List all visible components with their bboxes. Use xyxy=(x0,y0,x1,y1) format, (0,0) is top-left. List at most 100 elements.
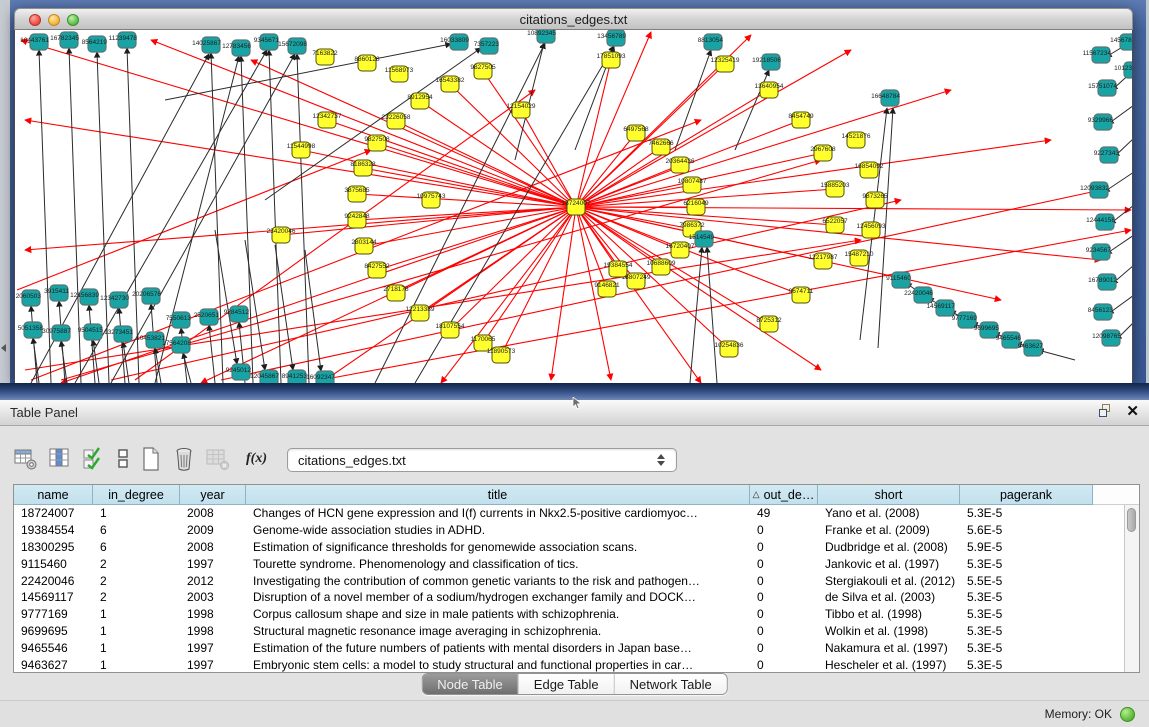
table-row[interactable]: 977716911998Corpus callosum shape and si… xyxy=(14,606,1139,623)
table-cell[interactable]: 1997 xyxy=(180,640,246,657)
table-cell[interactable]: 1997 xyxy=(180,556,246,573)
table-cell[interactable]: Yano et al. (2008) xyxy=(818,505,960,522)
merge-tables-button[interactable] xyxy=(116,446,130,472)
tab-node-table[interactable]: Node Table xyxy=(422,674,518,694)
table-cell[interactable]: 0 xyxy=(750,657,818,673)
table-cell[interactable]: Franke et al. (2009) xyxy=(818,522,960,539)
table-cell[interactable]: 1 xyxy=(93,505,180,522)
table-row[interactable]: 946554611997Estimation of the future num… xyxy=(14,640,1139,657)
table-cell[interactable]: 2003 xyxy=(180,589,246,606)
column-header-year[interactable]: year xyxy=(180,485,246,505)
table-row[interactable]: 1872400712008Changes of HCN gene express… xyxy=(14,505,1139,522)
table-cell[interactable]: 5.9E-5 xyxy=(960,539,1093,556)
table-cell[interactable]: Structural magnetic resonance image aver… xyxy=(246,623,750,640)
table-cell[interactable]: 5.3E-5 xyxy=(960,556,1093,573)
table-cell[interactable]: 0 xyxy=(750,522,818,539)
table-cell[interactable]: 22420046 xyxy=(14,573,93,590)
table-cell[interactable]: 2008 xyxy=(180,539,246,556)
column-header-title[interactable]: title xyxy=(246,485,750,505)
table-cell[interactable]: 9463627 xyxy=(14,657,93,673)
panel-collapse-arrow-icon[interactable] xyxy=(1,344,6,352)
table-cell[interactable]: 6 xyxy=(93,522,180,539)
select-rows-button[interactable] xyxy=(82,446,106,472)
table-cell[interactable]: 2012 xyxy=(180,573,246,590)
table-row[interactable]: 969969511998Structural magnetic resonanc… xyxy=(14,623,1139,640)
table-cell[interactable]: Nakamura et al. (1997) xyxy=(818,640,960,657)
table-cell[interactable]: 0 xyxy=(750,589,818,606)
table-cell[interactable]: Embryonic stem cells: a model to study s… xyxy=(246,657,750,673)
table-cell[interactable]: 1998 xyxy=(180,606,246,623)
table-vertical-scrollbar[interactable] xyxy=(1124,505,1139,673)
table-cell[interactable]: 0 xyxy=(750,640,818,657)
new-table-button[interactable] xyxy=(140,446,162,472)
zoom-window-button[interactable] xyxy=(67,14,79,26)
close-panel-button[interactable]: ✕ xyxy=(1126,404,1139,419)
table-row[interactable]: 1830029562008Estimation of significance … xyxy=(14,539,1139,556)
table-cell[interactable]: 18300295 xyxy=(14,539,93,556)
table-cell[interactable]: 5.3E-5 xyxy=(960,589,1093,606)
table-row[interactable]: 911546021997Tourette syndrome. Phenomeno… xyxy=(14,556,1139,573)
table-cell[interactable]: Tibbo et al. (1998) xyxy=(818,606,960,623)
column-header-name[interactable]: name xyxy=(14,485,93,505)
table-cell[interactable]: 1 xyxy=(93,640,180,657)
table-cell[interactable]: 2 xyxy=(93,589,180,606)
delete-rows-button[interactable] xyxy=(172,446,196,472)
table-cell[interactable]: Dudbridge et al. (2008) xyxy=(818,539,960,556)
column-header-in_degree[interactable]: in_degree xyxy=(93,485,180,505)
table-cell[interactable]: 0 xyxy=(750,606,818,623)
table-cell[interactable]: Jankovic et al. (1997) xyxy=(818,556,960,573)
table-cell[interactable]: 9465546 xyxy=(14,640,93,657)
column-header-out_de[interactable]: △out_de… xyxy=(750,485,818,505)
table-cell[interactable]: 1 xyxy=(93,623,180,640)
table-row[interactable]: 1938455462009Genome-wide association stu… xyxy=(14,522,1139,539)
table-cell[interactable]: 5.5E-5 xyxy=(960,573,1093,590)
table-row[interactable]: 1456911722003Disruption of a novel membe… xyxy=(14,589,1139,606)
table-cell[interactable]: 5.3E-5 xyxy=(960,657,1093,673)
table-settings-button[interactable] xyxy=(14,446,38,472)
function-builder-button[interactable]: f(x) xyxy=(246,451,267,467)
scrollbar-thumb[interactable] xyxy=(1127,508,1136,532)
table-cell[interactable]: 5.3E-5 xyxy=(960,623,1093,640)
table-cell[interactable]: Wolkin et al. (1998) xyxy=(818,623,960,640)
table-cell[interactable]: 0 xyxy=(750,573,818,590)
table-cell[interactable]: 9115460 xyxy=(14,556,93,573)
table-cell[interactable]: 0 xyxy=(750,539,818,556)
column-header-short[interactable]: short xyxy=(818,485,960,505)
table-cell[interactable]: 2009 xyxy=(180,522,246,539)
table-cell[interactable]: 9777169 xyxy=(14,606,93,623)
table-cell[interactable]: 49 xyxy=(750,505,818,522)
memory-ok-indicator[interactable] xyxy=(1120,707,1135,722)
table-cell[interactable]: Disruption of a novel member of a sodium… xyxy=(246,589,750,606)
table-cell[interactable]: Hescheler et al. (1997) xyxy=(818,657,960,673)
show-columns-button[interactable] xyxy=(48,446,72,472)
table-cell[interactable]: 0 xyxy=(750,556,818,573)
table-cell[interactable]: 2 xyxy=(93,573,180,590)
table-cell[interactable]: 6 xyxy=(93,539,180,556)
table-cell[interactable]: 5.3E-5 xyxy=(960,606,1093,623)
table-cell[interactable]: Estimation of significance thresholds fo… xyxy=(246,539,750,556)
float-panel-button[interactable] xyxy=(1099,404,1114,419)
table-row[interactable]: 2242004622012Investigating the contribut… xyxy=(14,573,1139,590)
close-window-button[interactable] xyxy=(29,14,41,26)
table-cell[interactable]: 2 xyxy=(93,556,180,573)
table-row[interactable]: 946362711997Embryonic stem cells: a mode… xyxy=(14,657,1139,673)
table-cell[interactable]: Corpus callosum shape and size in male p… xyxy=(246,606,750,623)
table-selector-dropdown[interactable]: citations_edges.txt xyxy=(287,448,677,472)
delete-table-button-disabled[interactable] xyxy=(206,446,230,472)
table-cell[interactable]: 5.6E-5 xyxy=(960,522,1093,539)
table-cell[interactable]: 1998 xyxy=(180,623,246,640)
table-cell[interactable]: 19384554 xyxy=(14,522,93,539)
tab-network-table[interactable]: Network Table xyxy=(614,674,727,694)
column-header-pagerank[interactable]: pagerank xyxy=(960,485,1093,505)
minimize-window-button[interactable] xyxy=(48,14,60,26)
table-cell[interactable]: Stergiakouli et al. (2012) xyxy=(818,573,960,590)
table-cell[interactable]: Genome-wide association studies in ADHD. xyxy=(246,522,750,539)
table-cell[interactable]: 5.3E-5 xyxy=(960,505,1093,522)
table-cell[interactable]: 1 xyxy=(93,657,180,673)
table-cell[interactable]: 9699695 xyxy=(14,623,93,640)
tab-edge-table[interactable]: Edge Table xyxy=(518,674,614,694)
table-cell[interactable]: 5.3E-5 xyxy=(960,640,1093,657)
table-cell[interactable]: Investigating the contribution of common… xyxy=(246,573,750,590)
table-cell[interactable]: 2008 xyxy=(180,505,246,522)
table-cell[interactable]: 14569117 xyxy=(14,589,93,606)
